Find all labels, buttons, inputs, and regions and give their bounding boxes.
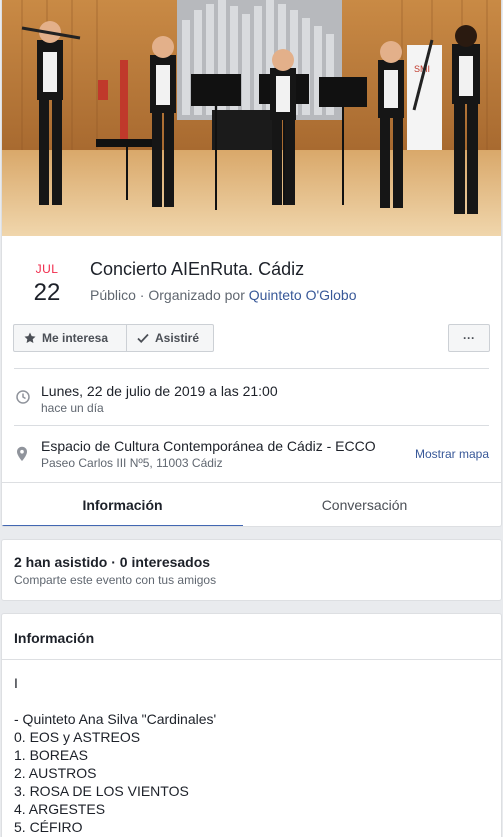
cover-photo-illustration: SMI (2, 0, 501, 236)
star-icon (24, 332, 36, 343)
event-tabs: Información Conversación (2, 482, 501, 526)
divider (14, 425, 489, 426)
more-icon: ··· (463, 331, 475, 345)
details-title: Información (14, 630, 95, 646)
more-options-button[interactable]: ··· (448, 324, 490, 352)
description-line: 1. BOREAS (14, 747, 88, 763)
attendance-summary[interactable]: 2 han asistido · 0 interesados (14, 554, 210, 570)
divider (14, 368, 489, 369)
event-date: JUL 22 (18, 262, 76, 307)
event-address: Paseo Carlos III Nº5, 11003 Cádiz (41, 456, 223, 470)
details-description: I - Quinteto Ana Silva "Cardinales' 0. E… (14, 674, 216, 836)
details-header: Información (2, 614, 501, 660)
interested-button[interactable]: Me interesa (13, 324, 127, 352)
svg-text:SMI: SMI (414, 64, 430, 74)
description-line: 4. ARGESTES (14, 801, 106, 817)
event-title: Concierto AIEnRuta. Cádiz (90, 259, 305, 279)
event-location-row[interactable]: Espacio de Cultura Contemporánea de Cádi… (14, 437, 489, 473)
description-line: 3. ROSA DE LOS VIENTOS (14, 783, 189, 799)
event-relative-time: hace un día (41, 401, 104, 415)
tab-information[interactable]: Información (2, 483, 243, 526)
attendance-card: 2 han asistido · 0 interesados Comparte … (1, 539, 502, 601)
event-datetime: Lunes, 22 de julio de 2019 a las 21:00 (41, 383, 278, 399)
description-line: I (14, 675, 18, 691)
tab-conversation[interactable]: Conversación (244, 483, 485, 526)
going-label: Asistiré (155, 331, 200, 345)
location-pin-icon (17, 446, 27, 461)
going-button[interactable]: Asistiré (126, 324, 214, 352)
description-line (14, 692, 216, 710)
interested-label: Me interesa (42, 331, 109, 345)
description-line: 0. EOS y ASTREOS (14, 729, 141, 745)
event-subtitle: Público · Organizado por Quinteto O'Glob… (90, 287, 357, 303)
description-line: 2. AUSTROS (14, 765, 97, 781)
event-time-row: Lunes, 22 de julio de 2019 a las 21:00 h… (14, 382, 489, 418)
description-line: 5. CÉFIRO (14, 819, 83, 835)
event-day: 22 (33, 279, 61, 306)
description-line: - Quinteto Ana Silva "Cardinales' (14, 711, 217, 727)
clock-icon (16, 390, 30, 404)
organizer-link[interactable]: Quinteto O'Globo (249, 287, 357, 303)
event-venue: Espacio de Cultura Contemporánea de Cádi… (41, 438, 376, 454)
event-month: JUL (35, 262, 59, 276)
event-card: SMI JUL 22 Concierto AIEnRuta. Cádiz Púb… (1, 0, 502, 527)
share-prompt[interactable]: Comparte este evento con tus amigos (14, 573, 216, 587)
show-map-link[interactable]: Mostrar mapa (415, 447, 489, 461)
checkmark-icon (137, 333, 149, 343)
details-card: Información I - Quinteto Ana Silva "Card… (1, 613, 502, 837)
event-visibility: Público · Organizado por (90, 287, 249, 303)
event-cover-photo[interactable]: SMI (2, 0, 501, 236)
